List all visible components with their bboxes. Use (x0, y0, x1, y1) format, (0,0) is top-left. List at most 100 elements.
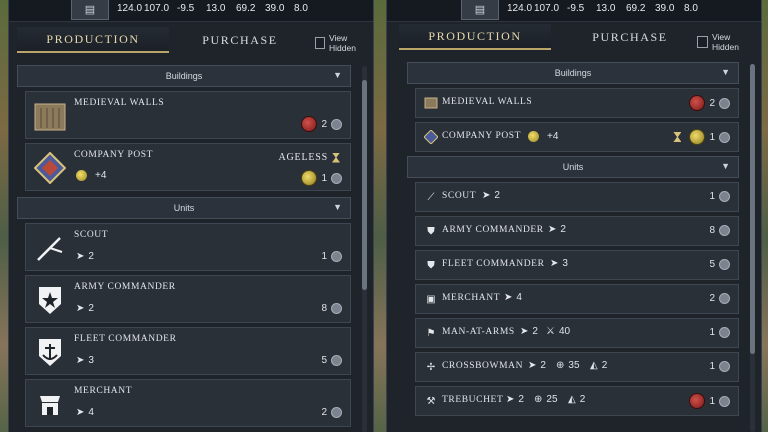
checkbox-box[interactable] (697, 36, 709, 48)
movement-arrow-icon: ➤ (76, 355, 85, 366)
range-icon: ◭ (568, 394, 576, 405)
movement-arrow-icon: ➤ (76, 407, 85, 418)
section-title: Buildings (554, 68, 592, 78)
item-bonus: +4 (528, 131, 558, 142)
tab-purchase[interactable]: PURCHASE (555, 24, 705, 50)
item-scout[interactable]: ⟋ SCOUT ➤ 2 1 (415, 182, 739, 212)
section-title: Units (562, 162, 584, 172)
turns-clock-icon (719, 131, 730, 143)
yield-influence: 8.0 (294, 3, 308, 14)
item-name: MAN-AT-ARMS (442, 327, 515, 337)
production-panel-right: ▤ 124.0 107.0 -9.5 13.0 69.2 39.0 8.0 PR… (386, 0, 762, 432)
turns-value: 1 (709, 131, 715, 143)
movement-stat: ➤ 2 (76, 303, 94, 314)
section-header-units[interactable]: Units ▼ (17, 197, 351, 219)
item-name: ARMY COMMANDER (74, 282, 176, 292)
gold-icon (76, 170, 87, 181)
range-icon: ◭ (590, 360, 598, 371)
movement-stat: ➤ 3 (550, 258, 568, 269)
scroll-icon[interactable]: ▤ (461, 0, 499, 20)
collapse-chevron-icon[interactable]: ▼ (333, 70, 342, 80)
tab-production[interactable]: PRODUCTION (17, 27, 169, 53)
city-yields-bar: ▤ 124.0 107.0 -9.5 13.0 69.2 39.0 8.0 (9, 0, 373, 22)
fleet-commander-icon (34, 336, 66, 368)
item-army-commander[interactable]: ⛊ ARMY COMMANDER ➤ 2 8 (415, 216, 739, 246)
item-cost: 2 (321, 407, 342, 418)
collapse-chevron-icon[interactable]: ▼ (333, 202, 342, 212)
view-hidden-checkbox[interactable]: View Hidden (315, 33, 367, 53)
map-background-middle (374, 0, 386, 432)
yield-science: 13.0 (206, 3, 226, 14)
movement-arrow-icon: ➤ (482, 190, 491, 201)
item-medieval-walls[interactable]: MEDIEVAL WALLS 2 (415, 88, 739, 118)
item-fleet-commander[interactable]: FLEET COMMANDER ➤ 3 5 (25, 327, 351, 375)
movement-stat: ➤ 2 (76, 251, 94, 262)
turns-clock-icon (331, 251, 342, 262)
yield-culture: 69.2 (236, 3, 256, 14)
section-header-buildings[interactable]: Buildings ▼ (407, 62, 739, 84)
item-name: ARMY COMMANDER (442, 225, 544, 235)
turns-value: 2 (321, 118, 327, 130)
yield-science: 13.0 (596, 3, 616, 14)
item-scout[interactable]: SCOUT ➤ 2 1 (25, 223, 351, 271)
item-cost: 2 (301, 116, 342, 132)
turns-value: 1 (321, 251, 327, 262)
movement-stat: ➤ 4 (504, 292, 522, 303)
collapse-chevron-icon[interactable]: ▼ (721, 67, 730, 77)
turns-value: 1 (709, 361, 715, 372)
item-name: SCOUT (442, 191, 477, 201)
ranged-strength-stat: ⊕ 25 (534, 394, 558, 405)
item-man-at-arms[interactable]: ⚑ MAN-AT-ARMS ➤ 2 ⚔ 40 1 (415, 318, 739, 348)
turns-value: 5 (321, 355, 327, 366)
yield-happiness: 39.0 (655, 3, 675, 14)
turns-clock-icon (331, 407, 342, 418)
item-merchant[interactable]: ▣ MERCHANT ➤ 4 2 (415, 284, 739, 314)
movement-stat: ➤ 3 (76, 355, 94, 366)
checkbox-box[interactable] (315, 37, 325, 49)
item-merchant[interactable]: MERCHANT ➤ 4 2 (25, 379, 351, 427)
yield-food: 124.0 (507, 3, 533, 14)
turns-value: 2 (709, 97, 715, 109)
scout-icon: ⟋ (427, 191, 435, 203)
yield-gold: -9.5 (567, 3, 585, 14)
item-medieval-walls[interactable]: MEDIEVAL WALLS 2 (25, 91, 351, 139)
scrollbar-thumb[interactable] (362, 80, 367, 290)
item-crossbowman[interactable]: ✢ CROSSBOWMAN ➤ 2 ⊕ 35 ◭ 2 1 (415, 352, 739, 382)
movement-arrow-icon: ➤ (520, 326, 529, 337)
collapse-chevron-icon[interactable]: ▼ (721, 161, 730, 171)
yield-values: 124.0 107.0 -9.5 13.0 69.2 39.0 8.0 (507, 3, 698, 14)
scrollbar-thumb[interactable] (750, 64, 755, 354)
movement-stat: ➤ 2 (482, 190, 500, 201)
item-cost: 1 (321, 251, 342, 262)
hourglass-icon (673, 132, 682, 142)
yield-food: 124.0 (117, 3, 143, 14)
ranged-strength-stat: ⊕ 35 (556, 360, 580, 371)
turns-value: 8 (321, 303, 327, 314)
item-company-post[interactable]: COMPANY POST +4 1 (415, 122, 739, 152)
scrollbar-left[interactable] (362, 66, 367, 432)
scout-icon (34, 232, 66, 264)
item-company-post[interactable]: COMPANY POST +4 AGELESS 1 (25, 143, 351, 191)
view-hidden-checkbox[interactable]: View Hidden (697, 32, 755, 52)
tab-purchase[interactable]: PURCHASE (167, 27, 313, 53)
item-fleet-commander[interactable]: ⛊ FLEET COMMANDER ➤ 3 5 (415, 250, 739, 280)
item-cost: 1 (709, 327, 730, 338)
city-yields-bar: ▤ 124.0 107.0 -9.5 13.0 69.2 39.0 8.0 (387, 0, 761, 22)
item-bonus: +4 (76, 170, 106, 181)
item-trebuchet[interactable]: ⚒ TREBUCHET ➤ 2 ⊕ 25 ◭ 2 1 (415, 386, 739, 416)
section-header-buildings[interactable]: Buildings ▼ (17, 65, 351, 87)
target-icon: ⊕ (556, 360, 565, 371)
yield-culture: 69.2 (626, 3, 646, 14)
turns-clock-icon (331, 172, 342, 184)
tab-production[interactable]: PRODUCTION (399, 24, 551, 50)
section-header-units[interactable]: Units ▼ (407, 156, 739, 178)
range-stat: ◭ 2 (568, 394, 586, 405)
army-commander-icon (34, 284, 66, 316)
movement-arrow-icon: ➤ (550, 258, 559, 269)
scrollbar-right[interactable] (750, 64, 755, 432)
section-title: Buildings (165, 71, 203, 81)
scroll-icon[interactable]: ▤ (71, 0, 109, 20)
item-army-commander[interactable]: ARMY COMMANDER ➤ 2 8 (25, 275, 351, 323)
movement-arrow-icon: ➤ (506, 394, 515, 405)
turns-clock-icon (719, 361, 730, 372)
